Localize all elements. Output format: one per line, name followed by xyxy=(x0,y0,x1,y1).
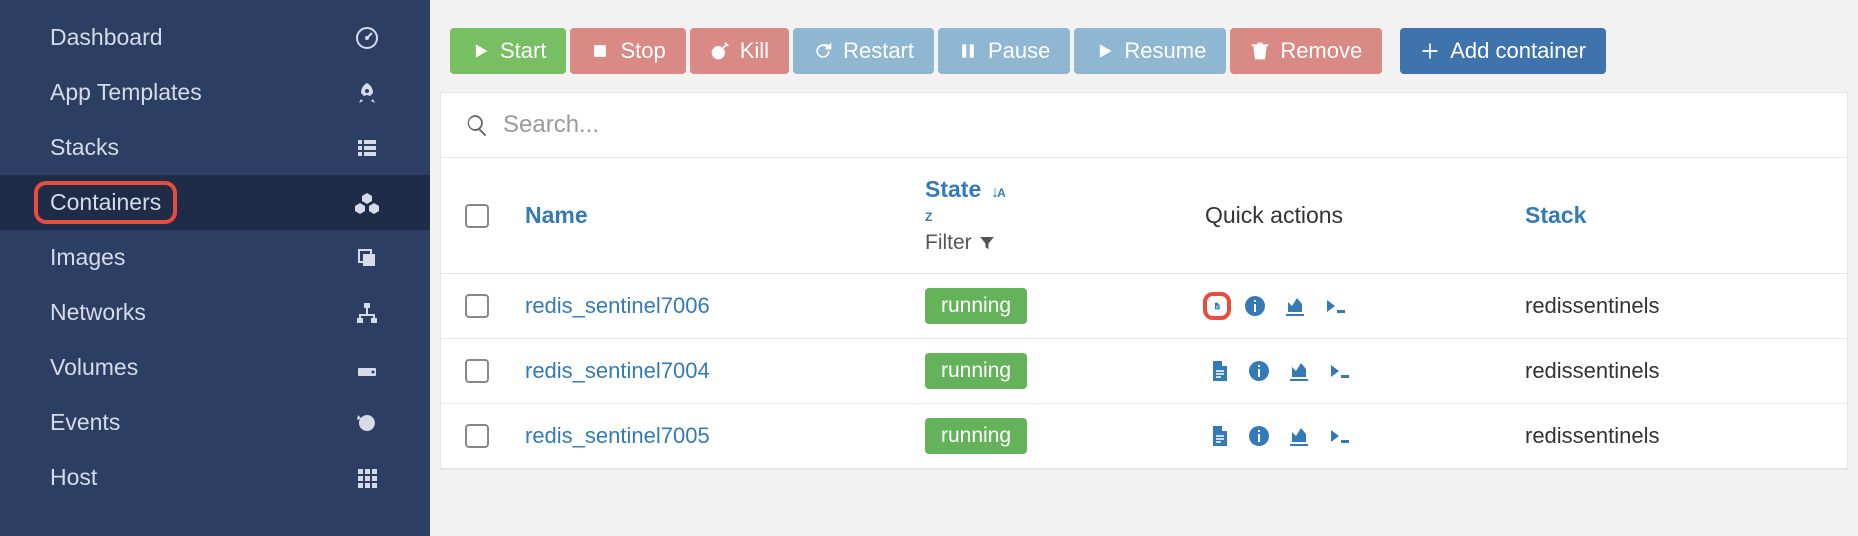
kill-button[interactable]: Kill xyxy=(690,28,789,74)
container-name-link[interactable]: redis_sentinel7005 xyxy=(525,423,710,448)
container-name-link[interactable]: redis_sentinel7004 xyxy=(525,358,710,383)
sidebar-item-networks[interactable]: Networks xyxy=(0,285,430,340)
column-state[interactable]: State xyxy=(925,176,981,202)
start-label: Start xyxy=(500,38,546,64)
restart-button[interactable]: Restart xyxy=(793,28,934,74)
rocket-icon xyxy=(354,80,380,106)
sidebar-item-label: Dashboard xyxy=(50,24,163,51)
inspect-icon[interactable] xyxy=(1245,357,1273,385)
table-header: Name State ↓AZ Filter Quick actions Stac… xyxy=(441,158,1847,274)
inspect-icon[interactable] xyxy=(1241,292,1269,320)
state-badge: running xyxy=(925,353,1027,389)
search-row xyxy=(441,93,1847,158)
sidebar-item-dashboard[interactable]: Dashboard xyxy=(0,10,430,65)
sidebar-item-label: Events xyxy=(50,409,120,436)
remove-button[interactable]: Remove xyxy=(1230,28,1382,74)
logs-icon[interactable] xyxy=(1203,292,1231,320)
column-quick-actions: Quick actions xyxy=(1205,202,1343,228)
stats-icon[interactable] xyxy=(1281,292,1309,320)
stack-name: redissentinels xyxy=(1525,358,1660,383)
content-panel: Name State ↓AZ Filter Quick actions Stac… xyxy=(440,92,1848,470)
filter-label[interactable]: Filter xyxy=(925,231,972,255)
list-icon xyxy=(354,135,380,161)
grid-icon xyxy=(354,465,380,491)
plus-icon xyxy=(1420,41,1440,61)
trash-icon xyxy=(1250,41,1270,61)
table-row: redis_sentinel7006 running redissentinels xyxy=(441,274,1847,339)
sidebar-item-volumes[interactable]: Volumes xyxy=(0,340,430,395)
play-icon xyxy=(470,41,490,61)
sidebar-item-app-templates[interactable]: App Templates xyxy=(0,65,430,120)
play-icon xyxy=(1094,41,1114,61)
row-checkbox[interactable] xyxy=(465,424,489,448)
sidebar-item-label: Stacks xyxy=(50,134,119,161)
column-name[interactable]: Name xyxy=(525,202,588,228)
search-input[interactable] xyxy=(503,111,1823,139)
resume-button[interactable]: Resume xyxy=(1074,28,1226,74)
search-icon xyxy=(465,113,489,137)
sidebar-item-label: App Templates xyxy=(50,79,202,106)
main-area: Start Stop Kill Restart Pause Resume Rem… xyxy=(430,0,1858,536)
stack-name: redissentinels xyxy=(1525,293,1660,318)
drive-icon xyxy=(354,355,380,381)
stop-label: Stop xyxy=(620,38,665,64)
copy-icon xyxy=(354,245,380,271)
filter-icon[interactable] xyxy=(978,234,996,252)
sidebar: Dashboard App Templates Stacks Containers Im… xyxy=(0,0,430,536)
toolbar: Start Stop Kill Restart Pause Resume Rem… xyxy=(430,0,1858,92)
stats-icon[interactable] xyxy=(1285,357,1313,385)
sidebar-item-stacks[interactable]: Stacks xyxy=(0,120,430,175)
kill-label: Kill xyxy=(740,38,769,64)
row-checkbox[interactable] xyxy=(465,294,489,318)
restart-label: Restart xyxy=(843,38,914,64)
gauge-icon xyxy=(354,25,380,51)
logs-icon[interactable] xyxy=(1205,422,1233,450)
console-icon[interactable] xyxy=(1325,357,1353,385)
table-row: redis_sentinel7005 running redissentinels xyxy=(441,404,1847,469)
console-icon[interactable] xyxy=(1321,292,1349,320)
select-all-checkbox[interactable] xyxy=(465,204,489,228)
state-badge: running xyxy=(925,418,1027,454)
sidebar-item-label: Networks xyxy=(50,299,146,326)
sidebar-item-label: Images xyxy=(50,244,125,271)
sidebar-item-host[interactable]: Host xyxy=(0,450,430,505)
stop-icon xyxy=(590,41,610,61)
sidebar-item-events[interactable]: Events xyxy=(0,395,430,450)
table-body: redis_sentinel7006runningredissentinelsr… xyxy=(441,274,1847,469)
stack-name: redissentinels xyxy=(1525,423,1660,448)
remove-label: Remove xyxy=(1280,38,1362,64)
container-name-link[interactable]: redis_sentinel7006 xyxy=(525,293,710,318)
resume-label: Resume xyxy=(1124,38,1206,64)
refresh-icon xyxy=(813,41,833,61)
inspect-icon[interactable] xyxy=(1245,422,1273,450)
sidebar-item-containers[interactable]: Containers xyxy=(0,175,430,230)
pause-label: Pause xyxy=(988,38,1050,64)
logs-icon[interactable] xyxy=(1205,357,1233,385)
row-checkbox[interactable] xyxy=(465,359,489,383)
sidebar-item-label: Volumes xyxy=(50,354,138,381)
column-stack[interactable]: Stack xyxy=(1525,202,1586,228)
start-button[interactable]: Start xyxy=(450,28,566,74)
pause-button[interactable]: Pause xyxy=(938,28,1070,74)
stop-button[interactable]: Stop xyxy=(570,28,685,74)
state-badge: running xyxy=(925,288,1027,324)
history-icon xyxy=(354,410,380,436)
stats-icon[interactable] xyxy=(1285,422,1313,450)
console-icon[interactable] xyxy=(1325,422,1353,450)
cubes-icon xyxy=(354,190,380,216)
sidebar-item-label: Containers xyxy=(34,181,177,224)
sidebar-item-label: Host xyxy=(50,464,97,491)
sitemap-icon xyxy=(354,300,380,326)
sidebar-item-images[interactable]: Images xyxy=(0,230,430,285)
add-container-button[interactable]: Add container xyxy=(1400,28,1606,74)
pause-icon xyxy=(958,41,978,61)
add-label: Add container xyxy=(1450,38,1586,64)
table-row: redis_sentinel7004 running redissentinels xyxy=(441,339,1847,404)
bomb-icon xyxy=(710,41,730,61)
